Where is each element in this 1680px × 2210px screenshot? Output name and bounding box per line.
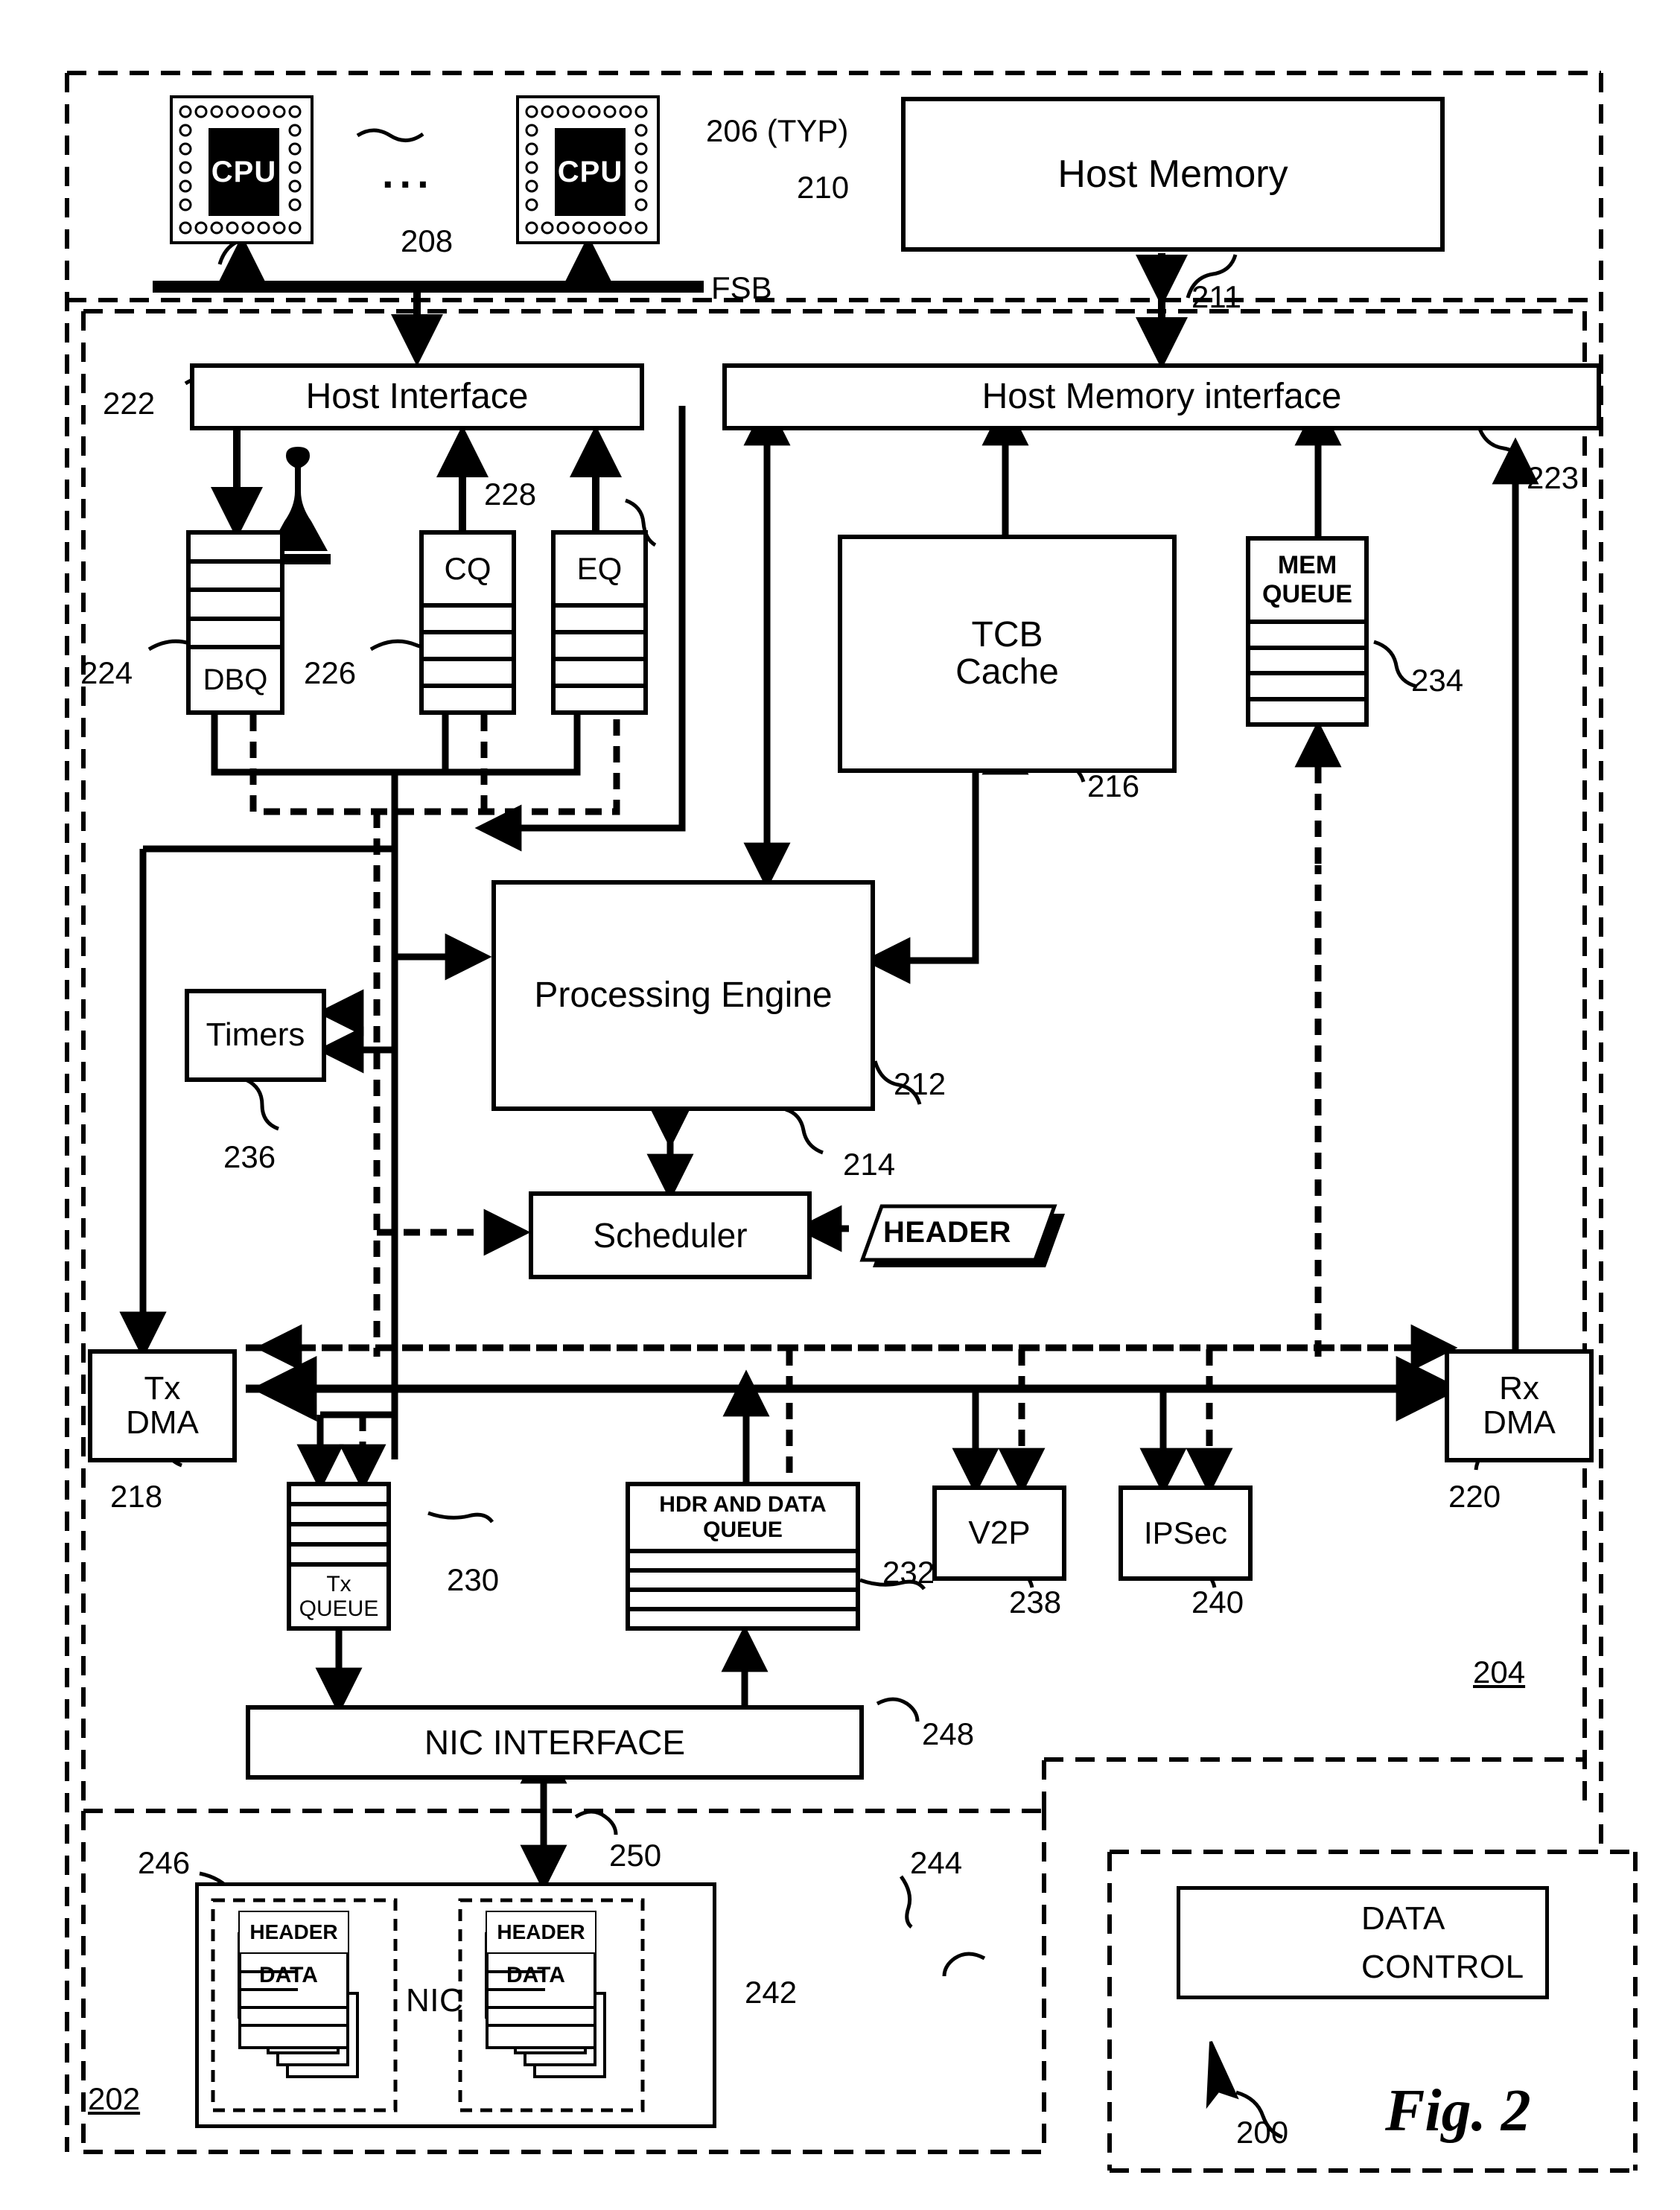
ref-202: 202 [88,2081,141,2116]
nic-label: NIC [406,1982,464,2019]
ref-200: 200 [1236,2115,1289,2150]
legend-data-label: DATA [1361,1900,1445,1937]
figure-label: Fig. 2 [1385,2078,1531,2144]
ref-242: 242 [745,1975,798,2010]
figure-canvas: CPU CPU ... 206 (TYP) 208 FSB Host Memor… [0,0,1680,2210]
rx-packet-header: HEADER [487,1912,595,1952]
rx-packet-data: DATA [506,1963,565,1987]
legend-control-label: CONTROL [1361,1949,1524,1985]
rx-packet-stack [485,1911,606,2078]
